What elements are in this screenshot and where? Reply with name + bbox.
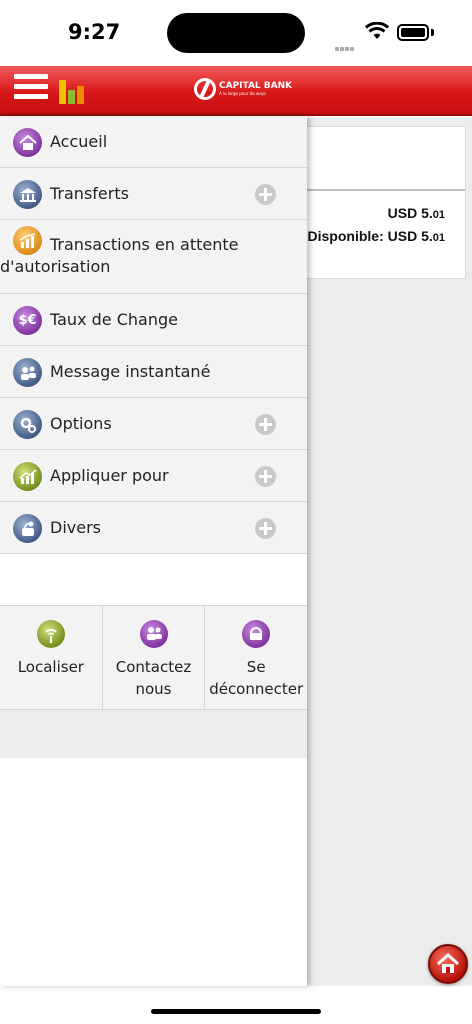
battery-icon xyxy=(397,24,429,41)
chat-users-icon xyxy=(13,358,42,387)
status-bar: 9:27 xyxy=(0,0,472,66)
logo-tagline: A lo largo pour da ways xyxy=(219,90,267,96)
menu-item-divers[interactable]: Divers xyxy=(0,502,307,554)
se-deconnecter-button[interactable]: Se déconnecter xyxy=(205,606,307,709)
chart-icon xyxy=(13,226,42,255)
contactez-nous-label: Contactez nous xyxy=(115,658,192,698)
localiser-button[interactable]: Localiser xyxy=(0,606,103,709)
balance-row: USD 5.01 xyxy=(388,205,445,221)
menu-item-transferts[interactable]: Transferts xyxy=(0,168,307,220)
contactez-nous-button[interactable]: Contactez nous xyxy=(103,606,206,709)
menu-label-taux-de-change: Taux de Change xyxy=(50,309,178,329)
bank-icon xyxy=(13,180,42,209)
menu-item-transactions-en-attente[interactable]: Transactions en attente d'autorisation xyxy=(0,220,307,294)
drawer-footer xyxy=(0,710,307,758)
plus-icon[interactable] xyxy=(255,184,276,205)
quick-actions: Localiser Contactez nous Se déconnecter xyxy=(0,606,307,710)
menu-item-options[interactable]: Options xyxy=(0,398,307,450)
plus-icon[interactable] xyxy=(255,466,276,487)
menu-item-message-instantane[interactable]: Message instantané xyxy=(0,346,307,398)
hamburger-menu-icon[interactable] xyxy=(14,74,48,102)
localiser-label: Localiser xyxy=(17,658,84,676)
menu-label-divers: Divers xyxy=(50,517,101,537)
misc-icon xyxy=(13,514,42,543)
drawer-spacer xyxy=(0,554,307,606)
home-icon xyxy=(13,128,42,157)
balance-value: USD 5. xyxy=(387,205,433,221)
menu-label-message-instantane: Message instantané xyxy=(50,361,211,381)
status-time: 9:27 xyxy=(68,20,121,44)
menu-item-appliquer-pour[interactable]: Appliquer pour xyxy=(0,450,307,502)
side-drawer: Accueil Transferts Transactions en atten… xyxy=(0,116,307,986)
logo-text: CAPITAL BANK xyxy=(219,80,293,91)
dynamic-island xyxy=(167,13,305,53)
menu-item-taux-de-change[interactable]: $€ Taux de Change xyxy=(0,294,307,346)
available-balance-row: Disponible: USD 5.01 xyxy=(308,228,445,244)
card-divider xyxy=(301,189,465,191)
available-balance-cents: 01 xyxy=(432,232,445,244)
drawer-menu: Accueil Transferts Transactions en atten… xyxy=(0,116,307,554)
home-button[interactable] xyxy=(428,944,468,984)
home-icon xyxy=(436,952,460,973)
bank-logo: CAPITAL BANK A lo largo pour da ways xyxy=(194,78,292,100)
menu-label-appliquer-pour: Appliquer pour xyxy=(50,465,169,485)
apply-chart-icon xyxy=(13,462,42,491)
app-header: CAPITAL BANK A lo largo pour da ways xyxy=(0,66,472,116)
menu-label-options: Options xyxy=(50,413,112,433)
stats-bars-icon[interactable] xyxy=(58,78,86,104)
contact-icon xyxy=(139,620,168,648)
logo-mark-icon xyxy=(194,78,216,100)
wifi-icon xyxy=(365,22,389,39)
account-card[interactable]: USD 5.01 Disponible: USD 5.01 xyxy=(300,126,466,279)
plus-icon[interactable] xyxy=(255,518,276,539)
battery-cap xyxy=(431,29,434,36)
gear-icon xyxy=(13,410,42,439)
home-indicator xyxy=(151,1009,321,1014)
cellular-signal-icon xyxy=(335,36,359,51)
se-deconnecter-label: Se déconnecter xyxy=(209,658,304,698)
menu-item-accueil[interactable]: Accueil xyxy=(0,116,307,168)
location-icon xyxy=(36,620,65,648)
available-balance-value: Disponible: USD 5. xyxy=(307,228,433,244)
currency-exchange-icon: $€ xyxy=(13,306,42,335)
balance-cents: 01 xyxy=(432,209,445,221)
logout-icon xyxy=(242,620,271,648)
plus-icon[interactable] xyxy=(255,414,276,435)
menu-label-accueil: Accueil xyxy=(50,131,108,151)
menu-label-transferts: Transferts xyxy=(50,183,129,203)
